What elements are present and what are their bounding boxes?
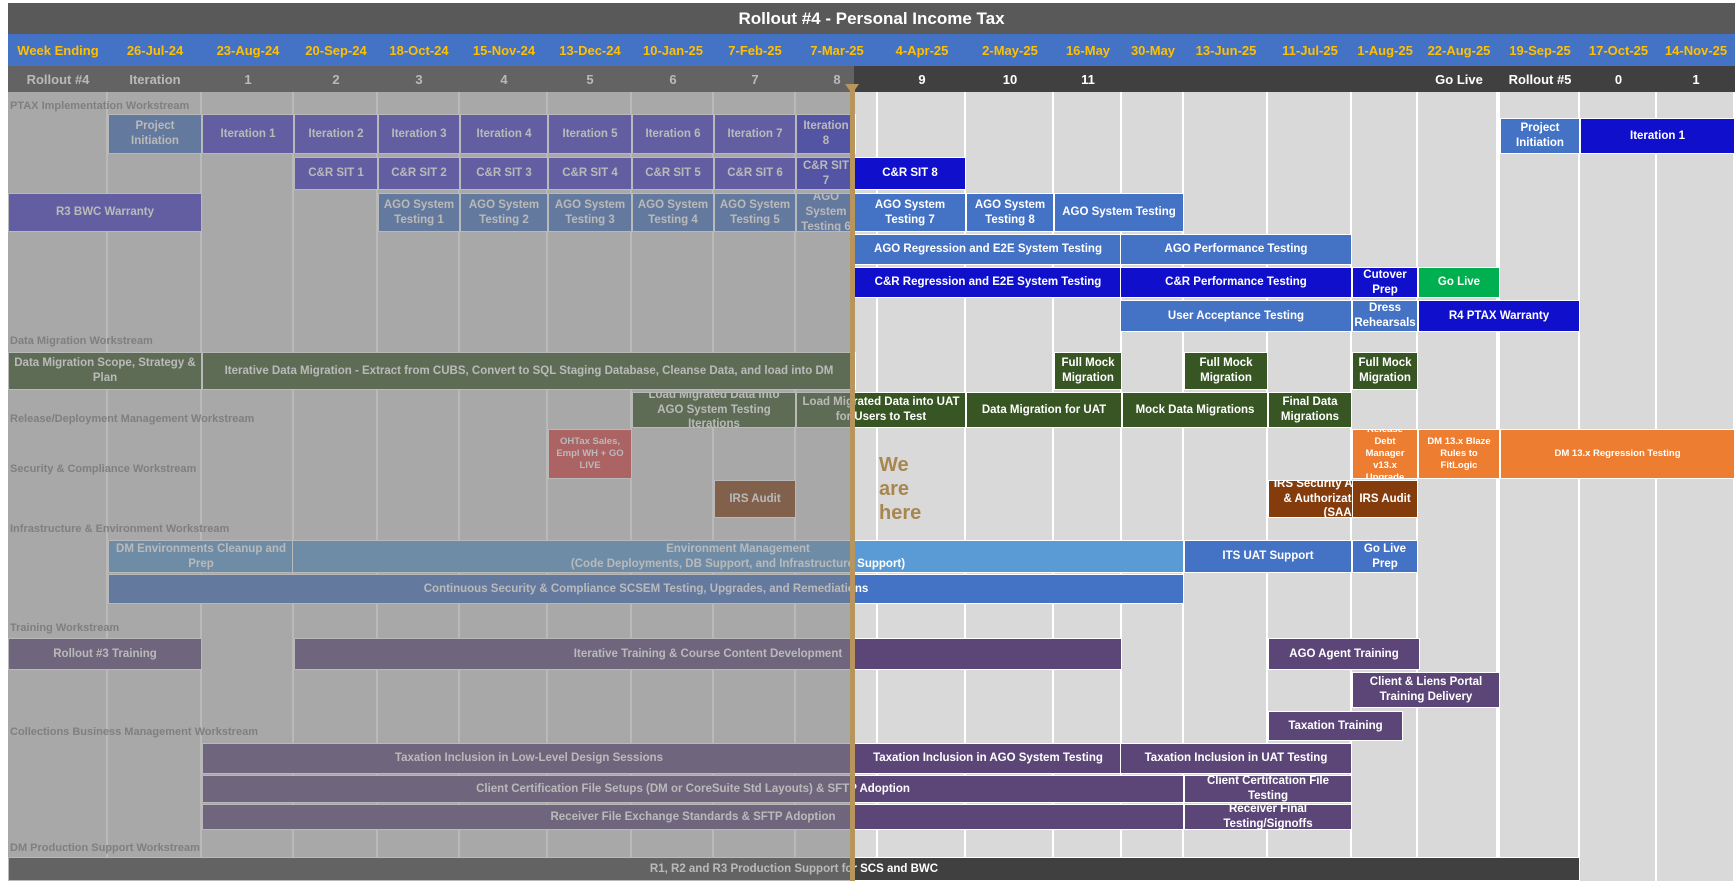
task-bar[interactable]: C&R Performance Testing bbox=[1120, 267, 1352, 298]
task-bar[interactable]: Receiver Final Testing/Signoffs bbox=[1184, 804, 1352, 830]
task-bar[interactable]: Go Live Prep bbox=[1352, 540, 1418, 573]
task-bar[interactable]: C&R Regression and E2E System Testing bbox=[854, 267, 1122, 298]
marker-word: here bbox=[879, 502, 922, 524]
task-bar[interactable]: Final Data Migrations bbox=[1268, 392, 1352, 428]
task-bar[interactable]: Dress Rehearsals bbox=[1352, 300, 1418, 332]
task-bar[interactable]: AGO System Testing 7 bbox=[854, 193, 966, 232]
marker-word: We bbox=[879, 454, 909, 476]
task-bar[interactable]: Client Certifcation File Testing bbox=[1184, 775, 1352, 803]
task-bar[interactable]: Taxation Inclusion in AGO System Testing bbox=[854, 743, 1122, 774]
task-bar[interactable]: Project Initiation bbox=[1500, 118, 1580, 154]
task-bar[interactable]: Release Debt Manager v13.x Upgrade bbox=[1352, 429, 1418, 479]
task-bar[interactable]: AGO Regression and E2E System Testing bbox=[854, 234, 1122, 265]
task-bar[interactable]: Go Live bbox=[1418, 267, 1500, 298]
task-bar[interactable]: AGO System Testing 8 bbox=[966, 193, 1054, 232]
task-bar[interactable]: C&R SIT 8 bbox=[854, 157, 966, 190]
task-bar[interactable]: AGO Agent Training bbox=[1268, 638, 1420, 670]
task-bar[interactable]: User Acceptance Testing bbox=[1120, 300, 1352, 332]
current-date-marker bbox=[850, 86, 855, 881]
task-bar[interactable]: DM 13.x Blaze Rules to FitLogic bbox=[1418, 429, 1500, 479]
task-bar[interactable]: IRS Audit bbox=[1352, 480, 1418, 518]
task-bar[interactable]: Taxation Training bbox=[1268, 711, 1403, 741]
task-bar[interactable]: Cutover Prep bbox=[1352, 267, 1418, 298]
task-bar[interactable]: R4 PTAX Warranty bbox=[1418, 300, 1580, 332]
task-bar[interactable]: Full Mock Migration bbox=[1352, 352, 1418, 390]
task-bar[interactable]: Full Mock Migration bbox=[1184, 352, 1268, 390]
task-bar[interactable]: Taxation Inclusion in UAT Testing bbox=[1120, 743, 1352, 774]
we-are-here-label: We are here bbox=[879, 453, 921, 525]
task-bar[interactable]: DM 13.x Regression Testing bbox=[1500, 429, 1735, 479]
task-bar[interactable]: Client & Liens Portal Training Delivery bbox=[1352, 672, 1500, 708]
marker-word: are bbox=[879, 478, 910, 500]
roadmap-canvas: Rollout #4 - Personal Income Tax Week En… bbox=[0, 0, 1735, 881]
task-bar[interactable]: Iteration 1 bbox=[1580, 118, 1735, 154]
task-bar[interactable]: AGO Performance Testing bbox=[1120, 234, 1352, 265]
task-bar[interactable]: AGO System Testing bbox=[1054, 193, 1184, 232]
task-bar[interactable]: ITS UAT Support bbox=[1184, 540, 1352, 573]
task-bar[interactable]: Full Mock Migration bbox=[1054, 352, 1122, 390]
completed-period-overlay bbox=[8, 66, 854, 881]
task-bar[interactable]: Mock Data Migrations bbox=[1122, 392, 1268, 428]
current-date-arrow-icon bbox=[845, 84, 859, 94]
task-bar[interactable]: Data Migration for UAT bbox=[966, 392, 1122, 428]
